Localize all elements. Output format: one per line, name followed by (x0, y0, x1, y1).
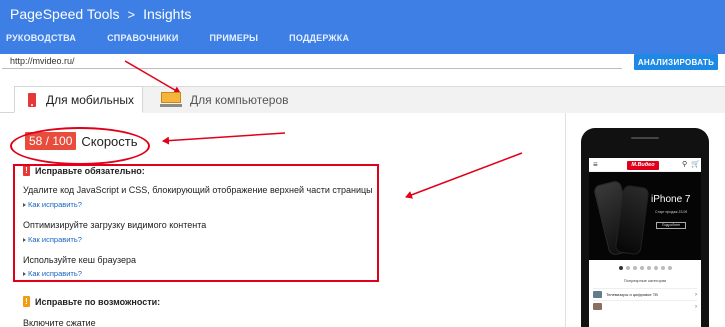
preview-hero-banner: iPhone 7 Старт продаж 23.09 Подробнее (589, 172, 701, 260)
chevron-right-icon: › (695, 303, 697, 310)
should-fix-title: Исправьте по возможности: (35, 296, 161, 307)
mobile-preview-screen: ≡ М.Видео ⚲ 🛒 iPhone 7 Старт продаж 23.0… (589, 158, 701, 327)
chevron-right-icon: › (695, 291, 697, 298)
brand-title[interactable]: PageSpeed Tools (10, 6, 120, 22)
preview-categories-title: Популярные категории (623, 278, 667, 283)
breadcrumb: PageSpeed Tools > Insights (10, 4, 191, 24)
preview-hero-subtitle: Старт продаж 23.09 (655, 210, 688, 214)
carousel-dots (589, 264, 701, 272)
preview-category-row: › (593, 300, 697, 312)
phone-speaker (631, 137, 659, 139)
desktop-monitor-icon (160, 92, 182, 107)
analyze-button[interactable]: АНАЛИЗИРОВАТЬ (634, 54, 718, 70)
preview-hero-title: iPhone 7 (651, 194, 691, 205)
nav-item-support[interactable]: ПОДДЕРЖКА (289, 33, 349, 49)
top-app-bar: PageSpeed Tools > Insights РУКОВОДСТВА С… (0, 0, 725, 54)
preview-site-header: ≡ М.Видео ⚲ 🛒 (589, 158, 701, 172)
search-icon: ⚲ (682, 161, 688, 168)
url-input[interactable] (2, 54, 622, 69)
category-thumbnail-icon (593, 303, 602, 310)
nav-item-guides[interactable]: РУКОВОДСТВА (6, 33, 76, 49)
tab-desktop-label: Для компьютеров (190, 92, 289, 107)
should-fix-item[interactable]: Включите сжатие (23, 318, 96, 327)
exclamation-icon: ! (23, 296, 30, 307)
hamburger-menu-icon: ≡ (593, 160, 598, 169)
url-row: АНАЛИЗИРОВАТЬ (0, 54, 725, 70)
should-fix-header: ! Исправьте по возможности: (23, 296, 160, 307)
breadcrumb-separator: > (127, 6, 136, 22)
tv-thumbnail-icon (593, 291, 602, 298)
mobile-preview-phone: ≡ М.Видео ⚲ 🛒 iPhone 7 Старт продаж 23.0… (581, 128, 709, 327)
section-title[interactable]: Insights (143, 6, 191, 22)
tab-mobile-label: Для мобильных (46, 92, 134, 107)
tab-mobile[interactable]: Для мобильных (14, 86, 143, 113)
preview-category-row: Телевизоры и цифровое ТВ › (593, 288, 697, 300)
panel-divider (565, 113, 566, 327)
score-highlight-ellipse (10, 127, 150, 165)
preview-category-label: Телевизоры и цифровое ТВ (606, 292, 658, 297)
results-panel: 58 / 100 Скорость ! Исправьте обязательн… (0, 113, 565, 327)
preview-hero-button: Подробнее (656, 222, 686, 229)
top-nav: РУКОВОДСТВА СПРАВОЧНИКИ ПРИМЕРЫ ПОДДЕРЖК… (0, 33, 374, 49)
cart-icon: 🛒 (691, 161, 700, 168)
nav-item-reference[interactable]: СПРАВОЧНИКИ (107, 33, 178, 49)
mobile-phone-icon (28, 92, 36, 107)
preview-site-logo: М.Видео (627, 161, 659, 170)
nav-item-samples[interactable]: ПРИМЕРЫ (210, 33, 259, 49)
must-fix-highlight-box (13, 164, 379, 282)
device-tabs: Для мобильных Для компьютеров (0, 86, 725, 113)
tab-desktop[interactable]: Для компьютеров (158, 86, 298, 113)
